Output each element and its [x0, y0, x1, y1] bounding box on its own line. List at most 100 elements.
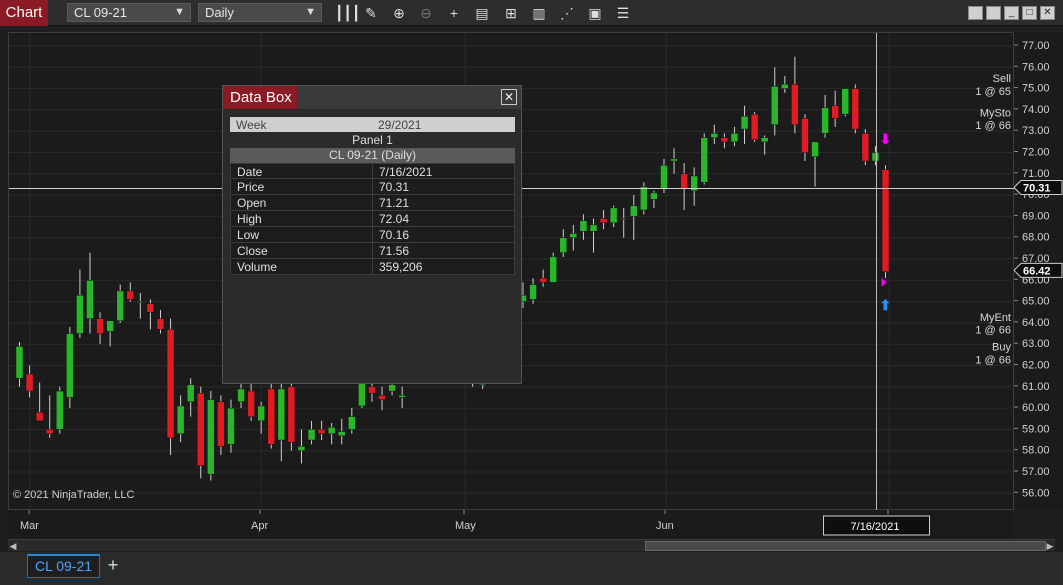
row-label: Volume: [237, 260, 278, 274]
time-axis[interactable]: MarAprMayJunJul7/16/2021: [8, 510, 1014, 538]
price-tick-label: 69.00: [1022, 210, 1050, 222]
data-box-table: Week 29/2021 Panel 1 CL 09-21 (Daily) Da…: [230, 117, 515, 275]
scroll-thumb[interactable]: [645, 541, 1046, 551]
scroll-left-icon[interactable]: ◀: [8, 540, 18, 552]
properties-icon[interactable]: ▤: [473, 4, 491, 22]
candle-body: [630, 205, 638, 217]
candle-body: [771, 86, 779, 126]
candle-body: [599, 218, 608, 224]
instrument-label: CL 09-21 (Daily): [230, 148, 515, 163]
candle-body: [106, 320, 114, 332]
candle-body: [640, 186, 648, 211]
table-row: Price 70.31: [230, 179, 515, 195]
candle-body: [337, 431, 346, 437]
candle-body: [378, 395, 386, 400]
indicators-icon[interactable]: ▥: [530, 4, 548, 22]
candle-body: [15, 346, 24, 379]
data-box-title: Data Box: [223, 86, 297, 109]
buy-arrow-icon: ⬆: [880, 297, 892, 313]
price-tick-label: 57.00: [1022, 466, 1050, 478]
row-value: 72.04: [379, 212, 410, 226]
candle-body: [25, 373, 34, 392]
price-tick-label: 72.00: [1022, 147, 1050, 159]
candle-body: [307, 429, 316, 441]
price-tick-label: 71.00: [1022, 168, 1050, 180]
candle-body: [327, 427, 336, 434]
candle-body: [579, 220, 588, 232]
candle-body: [650, 192, 658, 200]
candle-body: [96, 318, 104, 334]
minimize-button[interactable]: _: [1004, 6, 1019, 20]
order-detail-label: 1 @ 66: [975, 354, 1011, 366]
row-label: High: [237, 212, 262, 226]
window-options-button[interactable]: [968, 6, 983, 20]
candle-body: [86, 280, 94, 319]
table-row: Open 71.21: [230, 195, 515, 211]
close-icon[interactable]: ✕: [501, 89, 517, 105]
candle-body: [841, 88, 849, 115]
price-axis[interactable]: 77.00 76.00 75.00 74.00 73.00 72.00 71.00 70.00…: [1014, 32, 1063, 510]
candle-body: [680, 173, 688, 189]
last-price-marker-text: 70.31: [1023, 182, 1051, 194]
bar-type-icon[interactable]: ┃┃┃: [335, 4, 360, 22]
row-label: Close: [237, 244, 268, 258]
current-price-marker-text: 66.42: [1023, 265, 1051, 277]
candle-body: [539, 277, 547, 283]
candle-body: [398, 395, 406, 398]
tab-cl-09-21[interactable]: CL 09-21: [27, 554, 100, 578]
row-label: Date: [237, 165, 263, 179]
drawing-tools-icon[interactable]: ⋰: [558, 4, 576, 22]
candle-body: [116, 290, 124, 322]
candle-body: [146, 303, 155, 313]
price-tick-label: 56.00: [1022, 487, 1050, 499]
week-row: Week 29/2021: [230, 117, 515, 132]
crosshair-icon[interactable]: +: [445, 4, 463, 22]
pencil-icon[interactable]: ✎: [362, 4, 380, 22]
maximize-button[interactable]: □: [1022, 6, 1037, 20]
tab-bar: CL 09-21 +: [0, 552, 1063, 585]
candle-body: [186, 384, 195, 402]
zoom-out-icon[interactable]: ⊖: [417, 4, 435, 22]
order-detail-label: 1 @ 66: [975, 120, 1011, 132]
candle-body: [791, 84, 799, 126]
row-label: Price: [237, 180, 265, 194]
candle-body: [227, 407, 235, 445]
candle-body: [720, 137, 729, 143]
order-detail-label: 1 @ 65: [975, 86, 1011, 98]
candle-body: [609, 207, 618, 224]
order-detail-label: 1 @ 66: [975, 325, 1011, 337]
candle-body: [207, 399, 215, 475]
scroll-right-icon[interactable]: ▶: [1045, 540, 1055, 552]
add-tab-button[interactable]: +: [103, 554, 123, 578]
instrument-select[interactable]: CL 09-21 ▼: [67, 3, 191, 22]
table-row: High 72.04: [230, 211, 515, 227]
month-label: Jun: [656, 520, 674, 532]
price-tick-label: 61.00: [1022, 381, 1050, 393]
window-link-button[interactable]: [986, 6, 1001, 20]
candle-body: [388, 384, 396, 392]
candle-body: [801, 118, 809, 153]
month-label: May: [455, 520, 476, 532]
horizontal-scrollbar[interactable]: ◀ ▶: [8, 539, 1055, 551]
data-box-title-bar[interactable]: Data Box ✕: [223, 86, 521, 109]
zoom-in-icon[interactable]: ⊕: [390, 4, 408, 22]
cursor-date-label: 7/16/2021: [851, 521, 900, 533]
data-box-window[interactable]: Data Box ✕ Week 29/2021 Panel 1 CL 09-21…: [222, 85, 522, 384]
candle-body: [237, 388, 245, 402]
templates-icon[interactable]: ▣: [586, 4, 604, 22]
price-tick-label: 58.00: [1022, 445, 1050, 457]
month-label: Mar: [20, 520, 39, 532]
candle-body: [277, 388, 286, 441]
strategies-icon[interactable]: ⊞: [502, 4, 520, 22]
list-icon[interactable]: ☰: [614, 4, 632, 22]
candle-body: [317, 429, 326, 434]
order-name-label: Sell: [993, 73, 1011, 85]
candle-body: [821, 107, 829, 134]
interval-select[interactable]: Daily ▼: [198, 3, 322, 22]
candle-body: [35, 412, 44, 422]
chart-tab[interactable]: Chart: [0, 0, 48, 26]
price-tick-label: 68.00: [1022, 232, 1050, 244]
row-value: 70.31: [379, 180, 410, 194]
candle-body: [811, 141, 819, 158]
close-button[interactable]: ✕: [1040, 6, 1055, 20]
